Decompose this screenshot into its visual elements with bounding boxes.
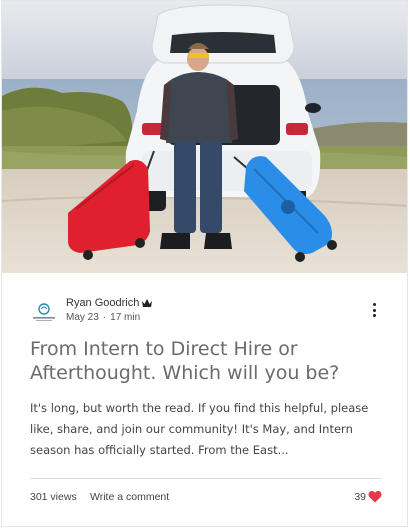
read-time: 17 min (110, 312, 141, 323)
likes-count: 39 (354, 491, 366, 503)
blog-post-card[interactable]: Ryan Goodrich May 23 · 17 min From Intern … (1, 0, 408, 527)
post-date: May 23 (66, 312, 99, 323)
post-author-row: Ryan Goodrich May 23 · 17 min (30, 297, 382, 327)
author-name[interactable]: Ryan Goodrich (66, 297, 139, 309)
post-meta: May 23 · 17 min (66, 312, 140, 323)
post-cover-image[interactable] (2, 1, 407, 273)
write-comment-link[interactable]: Write a comment (90, 491, 169, 503)
post-excerpt[interactable]: It's long, but worth the read. If you fi… (30, 398, 390, 461)
meta-separator: · (102, 312, 107, 323)
views-count: 301 views (30, 491, 77, 503)
post-title[interactable]: From Intern to Direct Hire or Afterthoug… (30, 337, 390, 385)
more-options-icon[interactable] (366, 301, 382, 319)
crown-icon (142, 299, 152, 307)
heart-icon[interactable] (368, 490, 382, 503)
post-footer: 301 views Write a comment 39 (30, 489, 382, 505)
blog-logo-icon[interactable] (30, 299, 58, 327)
divider (30, 478, 382, 479)
